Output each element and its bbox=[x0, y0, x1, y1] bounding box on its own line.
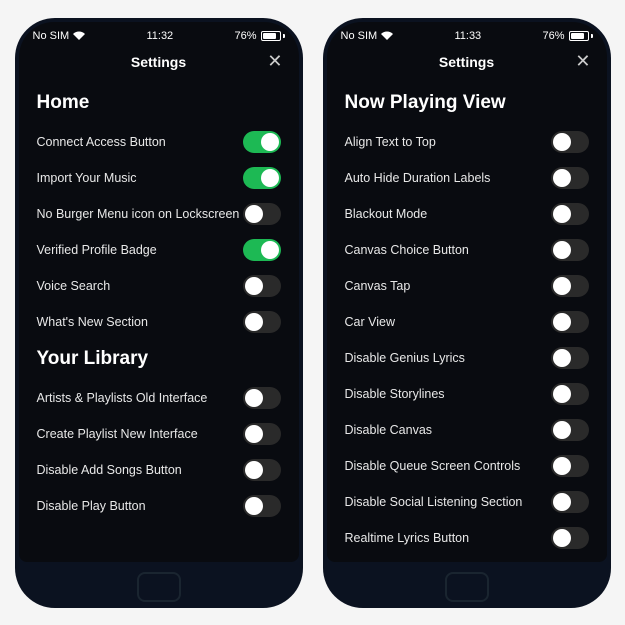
setting-label: Canvas Tap bbox=[345, 279, 411, 293]
settings-row: Import Your Music bbox=[37, 160, 281, 196]
setting-label: Disable Social Listening Section bbox=[345, 495, 523, 509]
toggle-switch[interactable] bbox=[551, 239, 589, 261]
wifi-icon bbox=[73, 31, 85, 40]
phone-left: No SIM 11:32 76% Settings ✕ Home Connect … bbox=[15, 18, 303, 608]
toggle-switch[interactable] bbox=[243, 203, 281, 225]
settings-row: Disable Queue Screen Controls bbox=[345, 448, 589, 484]
battery-percent: 76% bbox=[234, 30, 256, 42]
settings-content[interactable]: Now Playing View Align Text to Top Auto Hi… bbox=[327, 84, 607, 562]
home-button[interactable] bbox=[445, 572, 489, 602]
close-icon[interactable]: ✕ bbox=[267, 51, 282, 72]
toggle-switch[interactable] bbox=[551, 311, 589, 333]
toggle-switch[interactable] bbox=[243, 131, 281, 153]
setting-label: Blackout Mode bbox=[345, 207, 428, 221]
phone-right: No SIM 11:33 76% Settings ✕ Now Playing … bbox=[323, 18, 611, 608]
settings-row: Disable Play Button bbox=[37, 488, 281, 524]
setting-label: Verified Profile Badge bbox=[37, 243, 157, 257]
setting-label: Realtime Lyrics Button bbox=[345, 531, 470, 545]
setting-label: Disable Storylines bbox=[345, 387, 445, 401]
battery-percent: 76% bbox=[542, 30, 564, 42]
setting-label: Disable Genius Lyrics bbox=[345, 351, 465, 365]
section-title: Now Playing View bbox=[345, 92, 589, 114]
settings-row: Disable Add Songs Button bbox=[37, 452, 281, 488]
page-title: Settings bbox=[439, 54, 494, 70]
carrier-label: No SIM bbox=[341, 30, 378, 42]
setting-label: No Burger Menu icon on Lockscreen bbox=[37, 207, 240, 221]
screen: No SIM 11:32 76% Settings ✕ Home Connect … bbox=[19, 22, 299, 562]
setting-label: What's New Section bbox=[37, 315, 148, 329]
close-icon[interactable]: ✕ bbox=[575, 51, 590, 72]
toggle-switch[interactable] bbox=[551, 203, 589, 225]
settings-row: Realtime Lyrics Button bbox=[345, 520, 589, 556]
toggle-switch[interactable] bbox=[551, 131, 589, 153]
clock: 11:33 bbox=[454, 30, 481, 42]
setting-label: Connect Access Button bbox=[37, 135, 166, 149]
setting-label: Disable Add Songs Button bbox=[37, 463, 182, 477]
settings-row: Disable Canvas bbox=[345, 412, 589, 448]
toggle-switch[interactable] bbox=[243, 275, 281, 297]
setting-label: Disable Canvas bbox=[345, 423, 433, 437]
wifi-icon bbox=[381, 31, 393, 40]
battery-icon bbox=[261, 31, 285, 41]
settings-row: Verified Profile Badge bbox=[37, 232, 281, 268]
settings-row: No Burger Menu icon on Lockscreen bbox=[37, 196, 281, 232]
toggle-switch[interactable] bbox=[243, 387, 281, 409]
settings-row: Auto Hide Duration Labels bbox=[345, 160, 589, 196]
settings-row: Disable Social Listening Section bbox=[345, 484, 589, 520]
settings-row: What's New Section bbox=[37, 304, 281, 340]
setting-label: Canvas Choice Button bbox=[345, 243, 469, 257]
setting-label: Car View bbox=[345, 315, 395, 329]
toggle-switch[interactable] bbox=[243, 423, 281, 445]
settings-content[interactable]: Home Connect Access Button Import Your Mus… bbox=[19, 84, 299, 562]
settings-row: Car View bbox=[345, 304, 589, 340]
setting-label: Artists & Playlists Old Interface bbox=[37, 391, 208, 405]
settings-row: Voice Search bbox=[37, 268, 281, 304]
toggle-switch[interactable] bbox=[243, 459, 281, 481]
setting-label: Align Text to Top bbox=[345, 135, 436, 149]
toggle-switch[interactable] bbox=[551, 491, 589, 513]
settings-row: Connect Access Button bbox=[37, 124, 281, 160]
status-bar: No SIM 11:33 76% bbox=[327, 22, 607, 44]
header: Settings ✕ bbox=[327, 44, 607, 84]
setting-label: Auto Hide Duration Labels bbox=[345, 171, 491, 185]
setting-label: Disable Queue Screen Controls bbox=[345, 459, 521, 473]
home-button[interactable] bbox=[137, 572, 181, 602]
toggle-switch[interactable] bbox=[551, 527, 589, 549]
settings-row: Disable Genius Lyrics bbox=[345, 340, 589, 376]
toggle-switch[interactable] bbox=[243, 167, 281, 189]
clock: 11:32 bbox=[146, 30, 173, 42]
settings-row: Align Text to Top bbox=[345, 124, 589, 160]
page-title: Settings bbox=[131, 54, 186, 70]
screen: No SIM 11:33 76% Settings ✕ Now Playing … bbox=[327, 22, 607, 562]
toggle-switch[interactable] bbox=[243, 239, 281, 261]
battery-icon bbox=[569, 31, 593, 41]
setting-label: Disable Play Button bbox=[37, 499, 146, 513]
toggle-switch[interactable] bbox=[551, 167, 589, 189]
toggle-switch[interactable] bbox=[243, 495, 281, 517]
status-bar: No SIM 11:32 76% bbox=[19, 22, 299, 44]
section-title: Home bbox=[37, 92, 281, 114]
toggle-switch[interactable] bbox=[243, 311, 281, 333]
settings-row: Blackout Mode bbox=[345, 196, 589, 232]
toggle-switch[interactable] bbox=[551, 455, 589, 477]
setting-label: Voice Search bbox=[37, 279, 111, 293]
header: Settings ✕ bbox=[19, 44, 299, 84]
settings-row: Create Playlist New Interface bbox=[37, 416, 281, 452]
toggle-switch[interactable] bbox=[551, 275, 589, 297]
toggle-switch[interactable] bbox=[551, 383, 589, 405]
carrier-label: No SIM bbox=[33, 30, 70, 42]
setting-label: Create Playlist New Interface bbox=[37, 427, 198, 441]
settings-row: Artists & Playlists Old Interface bbox=[37, 380, 281, 416]
settings-row: Canvas Choice Button bbox=[345, 232, 589, 268]
setting-label: Import Your Music bbox=[37, 171, 137, 185]
toggle-switch[interactable] bbox=[551, 419, 589, 441]
settings-row: Disable Storylines bbox=[345, 376, 589, 412]
toggle-switch[interactable] bbox=[551, 347, 589, 369]
section-title: Your Library bbox=[37, 348, 281, 370]
settings-row: Canvas Tap bbox=[345, 268, 589, 304]
